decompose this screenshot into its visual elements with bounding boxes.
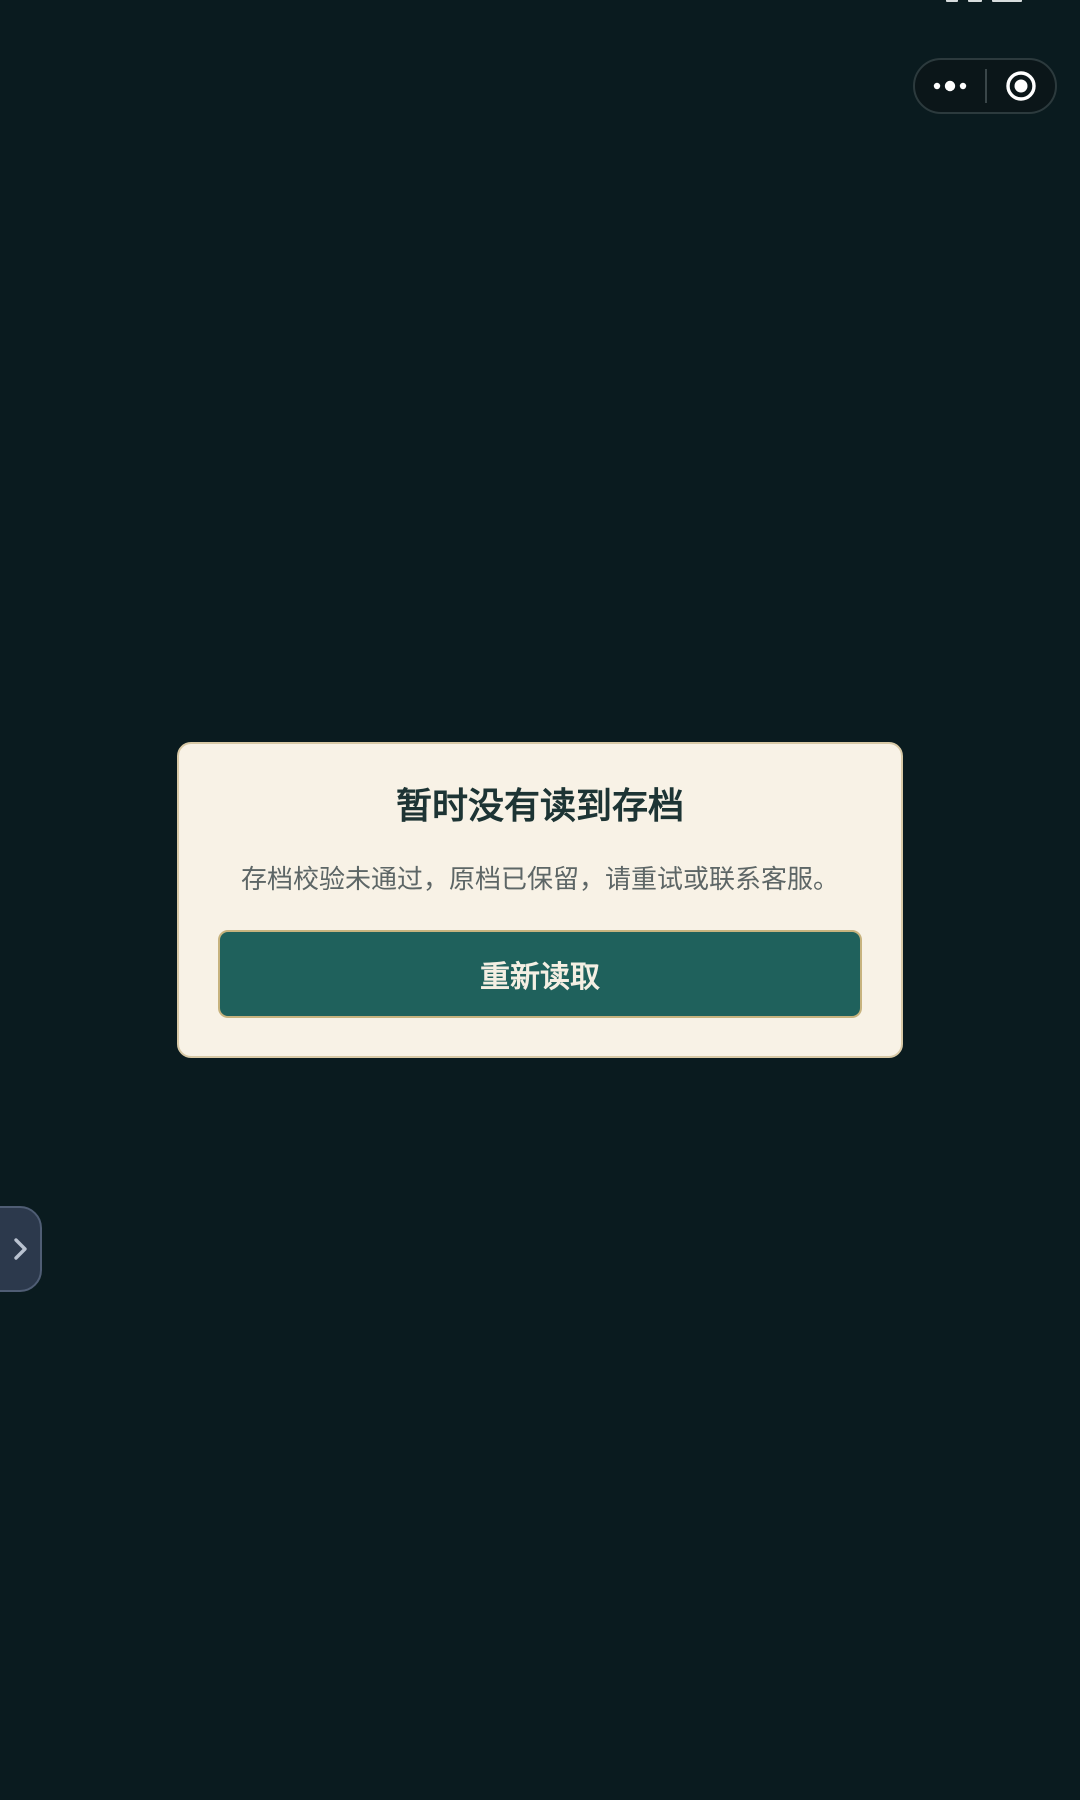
load-error-dialog: 暂时没有读到存档 存档校验未通过，原档已保留，请重试或联系客服。 重新读取 [177,742,903,1058]
status-bar-fragment-right [946,0,1040,2]
target-circle-icon [1006,71,1036,101]
app-screen: 暂时没有读到存档 存档校验未通过，原档已保留，请重试或联系客服。 重新读取 [0,0,1080,1800]
chevron-right-icon [14,1238,27,1260]
miniprogram-capsule [913,58,1057,114]
close-miniprogram-button[interactable] [987,60,1055,112]
side-drawer-toggle[interactable] [0,1206,42,1292]
dialog-message: 存档校验未通过，原档已保留，请重试或联系客服。 [240,865,839,895]
retry-load-button[interactable]: 重新读取 [218,930,862,1018]
more-dots-icon [933,80,967,92]
dialog-title: 暂时没有读到存档 [395,786,684,827]
more-menu-button[interactable] [915,60,985,112]
